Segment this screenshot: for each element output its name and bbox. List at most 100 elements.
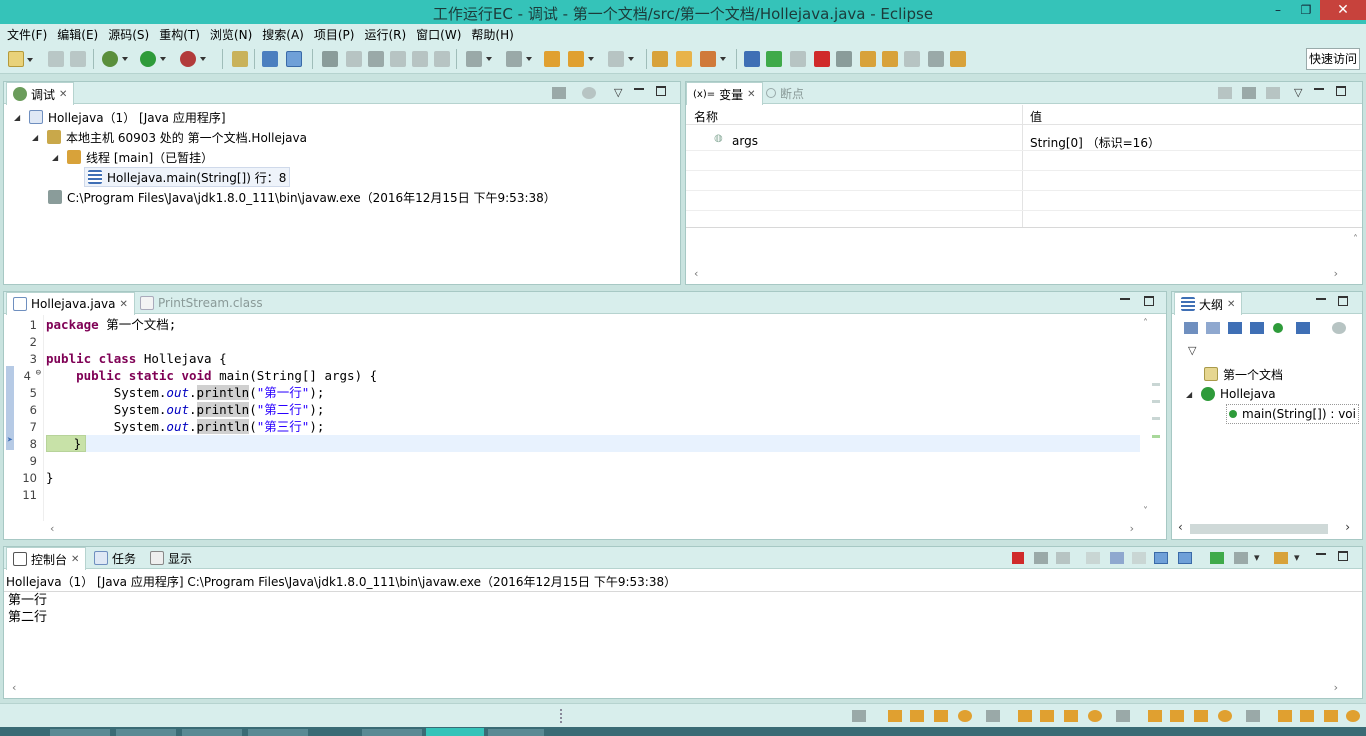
paragraph-icon[interactable] bbox=[434, 51, 450, 67]
bookmark-icon[interactable] bbox=[986, 710, 1000, 722]
focus-icon[interactable] bbox=[1332, 322, 1346, 334]
outline-item-method[interactable]: main(String[]) : voi bbox=[1226, 404, 1359, 424]
taskbar-item[interactable] bbox=[362, 729, 422, 736]
help-icon[interactable] bbox=[1218, 710, 1232, 722]
menu-edit[interactable]: 编辑(E) bbox=[53, 26, 104, 43]
menu-help[interactable]: 帮助(H) bbox=[467, 26, 519, 43]
maximize-view-icon[interactable] bbox=[1144, 296, 1154, 306]
skip-breakpoints-icon[interactable] bbox=[286, 51, 302, 67]
maximize-view-icon[interactable] bbox=[656, 86, 666, 96]
book-icon[interactable] bbox=[1148, 710, 1162, 722]
column-name-header[interactable]: 名称 bbox=[694, 108, 718, 125]
book-icon[interactable] bbox=[1018, 710, 1032, 722]
outline-item-class[interactable]: ◢ Hollejava bbox=[1186, 384, 1276, 404]
show-whitespace-icon[interactable] bbox=[412, 51, 428, 67]
cap-icon[interactable] bbox=[1300, 710, 1314, 722]
terminate-icon[interactable] bbox=[814, 51, 830, 67]
debug-icon[interactable] bbox=[102, 51, 128, 67]
resume-icon[interactable] bbox=[766, 51, 782, 67]
minimize-view-icon[interactable] bbox=[1120, 298, 1130, 300]
minimize-view-icon[interactable] bbox=[1314, 88, 1324, 90]
run-icon[interactable] bbox=[140, 51, 166, 67]
previous-annotation-icon[interactable] bbox=[506, 51, 532, 67]
wand-icon[interactable] bbox=[1064, 710, 1078, 722]
save-icon[interactable] bbox=[48, 51, 64, 67]
chevron-down-icon[interactable]: ▾ bbox=[1294, 551, 1300, 564]
hide-non-public-icon[interactable] bbox=[1273, 323, 1283, 333]
debug-tree-target[interactable]: ◢ 本地主机 60903 处的 第一个文档.Hollejava bbox=[32, 127, 307, 147]
maximize-view-icon[interactable] bbox=[1338, 551, 1348, 561]
menu-refactor[interactable]: 重构(T) bbox=[155, 26, 206, 43]
link-icon[interactable] bbox=[368, 51, 384, 67]
show-logical-structure-icon[interactable] bbox=[1242, 87, 1256, 99]
horizontal-scrollbar[interactable]: ‹ › bbox=[6, 681, 1360, 695]
scroll-up-icon[interactable]: ˄ bbox=[1143, 318, 1148, 329]
console-output[interactable]: 第一行 第二行 bbox=[8, 592, 47, 626]
horizontal-scrollbar[interactable]: ‹ › bbox=[688, 267, 1360, 281]
book-icon[interactable] bbox=[1278, 710, 1292, 722]
run-to-line-icon[interactable] bbox=[950, 51, 966, 67]
help-icon[interactable] bbox=[1088, 710, 1102, 722]
outline-item-package[interactable]: 第一个文档 bbox=[1204, 364, 1283, 384]
step-return-icon[interactable] bbox=[904, 51, 920, 67]
chevron-down-icon[interactable]: ▾ bbox=[1254, 551, 1260, 564]
tab-printstream[interactable]: PrintStream.class bbox=[134, 292, 269, 314]
suspend-icon[interactable] bbox=[790, 51, 806, 67]
fold-icon[interactable]: ⊖ bbox=[36, 368, 41, 378]
step-into-icon[interactable] bbox=[860, 51, 876, 67]
toggle-mark-icon[interactable] bbox=[322, 51, 338, 67]
help-icon[interactable] bbox=[1346, 710, 1360, 722]
minimize-view-icon[interactable] bbox=[634, 88, 644, 90]
bookmark-icon[interactable] bbox=[852, 710, 866, 722]
menu-file[interactable]: 文件(F) bbox=[3, 26, 53, 43]
forward-icon[interactable] bbox=[608, 51, 634, 67]
scroll-down-icon[interactable]: ˅ bbox=[1143, 506, 1148, 517]
collapse-icon[interactable]: ◢ bbox=[32, 133, 42, 142]
bookmark-icon[interactable] bbox=[1116, 710, 1130, 722]
maximize-view-icon[interactable] bbox=[1336, 86, 1346, 96]
remove-all-terminated-icon[interactable] bbox=[1056, 552, 1070, 564]
close-tab-icon[interactable]: ✕ bbox=[71, 554, 79, 565]
collapse-icon[interactable]: ◢ bbox=[52, 153, 62, 162]
show-on-stderr-icon[interactable] bbox=[1178, 552, 1192, 564]
scroll-left-icon[interactable]: ‹ bbox=[1178, 520, 1183, 534]
tab-tasks[interactable]: 任务 bbox=[88, 547, 142, 569]
view-menu-icon[interactable]: ▽ bbox=[614, 86, 622, 99]
scroll-left-icon[interactable]: ‹ bbox=[694, 267, 698, 280]
save-all-icon[interactable] bbox=[70, 51, 86, 67]
scroll-lock-icon[interactable] bbox=[1110, 552, 1124, 564]
restore-button[interactable]: ❐ bbox=[1292, 0, 1320, 20]
annotation-icon[interactable] bbox=[346, 51, 362, 67]
taskbar-item-active[interactable] bbox=[426, 728, 484, 736]
horizontal-scrollbar[interactable]: ‹ › bbox=[1176, 520, 1358, 536]
menu-source[interactable]: 源码(S) bbox=[104, 26, 155, 43]
back-icon[interactable] bbox=[568, 51, 594, 67]
menu-project[interactable]: 项目(P) bbox=[310, 26, 361, 43]
column-value-header[interactable]: 值 bbox=[1030, 108, 1042, 125]
sort-icon[interactable] bbox=[1206, 322, 1220, 334]
open-console-icon[interactable] bbox=[1274, 552, 1288, 564]
tab-debug[interactable]: 调试 ✕ bbox=[6, 82, 75, 105]
terminate-icon[interactable] bbox=[1012, 552, 1024, 564]
scroll-left-icon[interactable]: ‹ bbox=[50, 522, 54, 535]
menu-search[interactable]: 搜索(A) bbox=[258, 26, 310, 43]
taskbar-item[interactable] bbox=[116, 729, 176, 736]
menu-run[interactable]: 运行(R) bbox=[360, 26, 412, 43]
scroll-right-icon[interactable]: › bbox=[1345, 520, 1350, 534]
cap-icon[interactable] bbox=[1040, 710, 1054, 722]
bookmark-icon[interactable] bbox=[1246, 710, 1260, 722]
word-wrap-icon[interactable] bbox=[1132, 552, 1146, 564]
open-task-icon[interactable] bbox=[676, 51, 692, 67]
hide-static-icon[interactable] bbox=[1250, 322, 1264, 334]
help-icon[interactable] bbox=[958, 710, 972, 722]
minimize-view-icon[interactable] bbox=[1316, 553, 1326, 555]
block-selection-icon[interactable] bbox=[390, 51, 406, 67]
disconnect-icon[interactable] bbox=[744, 51, 760, 67]
scroll-right-icon[interactable]: › bbox=[1334, 681, 1338, 694]
collapse-icon[interactable]: ◢ bbox=[1186, 390, 1196, 399]
tab-hollejava[interactable]: Hollejava.java ✕ bbox=[6, 292, 135, 315]
debug-tree-process[interactable]: C:\Program Files\Java\jdk1.8.0_111\bin\j… bbox=[48, 187, 556, 207]
last-edit-location-icon[interactable] bbox=[544, 51, 560, 67]
scroll-right-icon[interactable]: › bbox=[1130, 522, 1134, 535]
wand-icon[interactable] bbox=[1324, 710, 1338, 722]
